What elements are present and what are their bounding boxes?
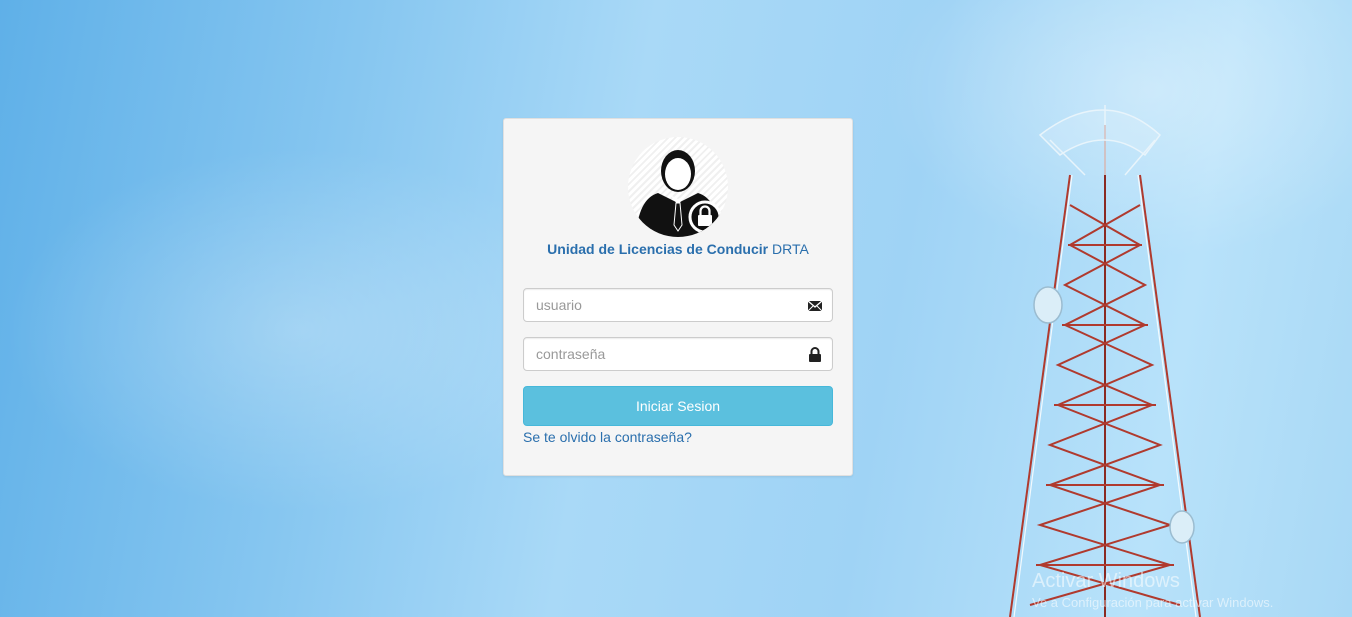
app-title-suffix: DRTA [772, 241, 809, 257]
login-card: Unidad de Licencias de Conducir DRTA Ini… [503, 118, 853, 476]
app-title: Unidad de Licencias de Conducir DRTA [504, 241, 852, 257]
login-button[interactable]: Iniciar Sesion [523, 386, 833, 426]
password-field-wrapper [523, 337, 833, 371]
password-input[interactable] [524, 338, 832, 370]
username-input[interactable] [524, 289, 832, 321]
antenna-tower-image [1009, 105, 1201, 617]
windows-activation-watermark: Activar Windows Ve a Configuración para … [1032, 570, 1273, 610]
forgot-password-link[interactable]: Se te olvido la contraseña? [523, 429, 692, 445]
username-field-wrapper [523, 288, 833, 322]
watermark-subtitle: Ve a Configuración para activar Windows. [1032, 595, 1274, 610]
watermark-title: Activar Windows [1032, 570, 1180, 592]
app-title-bold: Unidad de Licencias de Conducir [547, 241, 769, 257]
user-avatar-icon [628, 137, 728, 237]
envelope-icon [807, 300, 823, 312]
lock-icon [809, 347, 821, 362]
